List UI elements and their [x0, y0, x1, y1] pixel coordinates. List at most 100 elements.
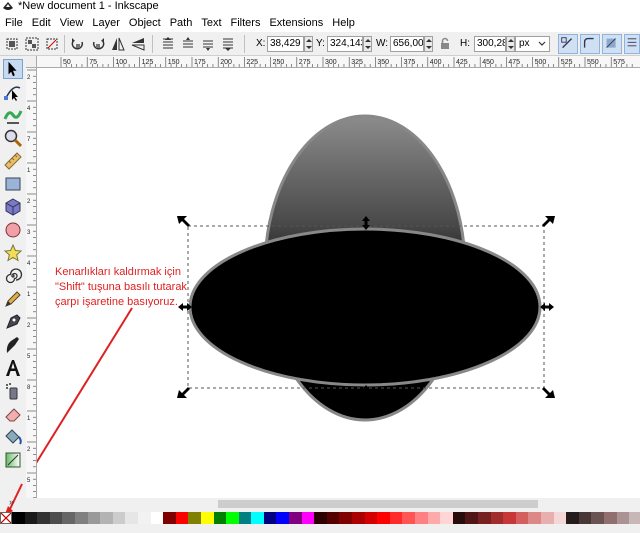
- palette-swatch[interactable]: [553, 512, 567, 524]
- palette-swatch[interactable]: [389, 512, 403, 524]
- palette-swatch[interactable]: [150, 512, 164, 524]
- menu-edit[interactable]: Edit: [27, 14, 55, 32]
- palette-swatch[interactable]: [326, 512, 340, 524]
- palette-swatch[interactable]: [377, 512, 390, 524]
- palette-swatch[interactable]: [74, 512, 88, 524]
- palette-swatch[interactable]: [515, 512, 529, 524]
- palette-swatch[interactable]: [100, 512, 113, 524]
- palette-swatch[interactable]: [352, 512, 365, 524]
- palette-swatch[interactable]: [314, 512, 327, 524]
- palette-swatch[interactable]: [87, 512, 101, 524]
- palette-swatch[interactable]: [251, 512, 264, 524]
- palette-swatch[interactable]: [477, 512, 491, 524]
- drawing-canvas[interactable]: Kenarlıkları kaldırmak için "Shift" tuşu…: [37, 68, 640, 498]
- 3d-box-tool-icon[interactable]: [3, 197, 23, 217]
- selector-tool-icon[interactable]: [3, 59, 23, 79]
- rectangle-tool-icon[interactable]: [3, 174, 23, 194]
- menu-view[interactable]: View: [55, 14, 88, 32]
- palette-swatch[interactable]: [175, 512, 189, 524]
- palette-swatch[interactable]: [62, 512, 75, 524]
- unit-select[interactable]: px: [515, 36, 550, 52]
- spray-tool-icon[interactable]: [3, 381, 23, 401]
- lock-icon[interactable]: [437, 36, 453, 52]
- pencil-tool-icon[interactable]: [3, 289, 23, 309]
- palette-swatch[interactable]: [276, 512, 290, 524]
- horizontal-ruler[interactable]: 50 75 100 125 150 175 200 225 250 275 300 325 350 375…: [37, 56, 640, 68]
- menu-help[interactable]: Help: [327, 14, 359, 32]
- scale-corners-toggle[interactable]: [580, 34, 600, 54]
- palette-swatch[interactable]: [263, 512, 277, 524]
- tweak-tool-icon[interactable]: [3, 105, 23, 125]
- menu-file[interactable]: File: [0, 14, 27, 32]
- expand-toolbox-icon[interactable]: »: [9, 497, 14, 507]
- deselect-icon[interactable]: [44, 36, 60, 52]
- palette-swatch[interactable]: [465, 512, 478, 524]
- palette-swatch[interactable]: [125, 512, 138, 524]
- spiral-tool-icon[interactable]: [3, 266, 23, 286]
- palette-swatch[interactable]: [616, 512, 630, 524]
- palette-swatch[interactable]: [200, 512, 214, 524]
- raise-icon[interactable]: [180, 36, 196, 52]
- move-gradients-toggle[interactable]: [602, 34, 622, 54]
- x-input[interactable]: 38,429: [267, 36, 304, 52]
- palette-swatch[interactable]: [339, 512, 353, 524]
- palette-swatch[interactable]: [603, 512, 617, 524]
- palette-swatch[interactable]: [137, 512, 151, 524]
- palette-swatch[interactable]: [402, 512, 415, 524]
- text-tool-icon[interactable]: [3, 358, 23, 378]
- menu-path[interactable]: Path: [165, 14, 197, 32]
- flip-vertical-icon[interactable]: [130, 36, 146, 52]
- vertical-ruler[interactable]: 24712341258125: [26, 68, 37, 498]
- palette-swatch[interactable]: [566, 512, 579, 524]
- rotate-ccw-icon[interactable]: [70, 36, 86, 52]
- horizontal-scrollbar[interactable]: [37, 498, 640, 510]
- x-spinner[interactable]: [304, 36, 313, 52]
- w-spinner[interactable]: [424, 36, 433, 52]
- palette-swatch[interactable]: [24, 512, 38, 524]
- select-all-layers-icon[interactable]: [24, 36, 40, 52]
- palette-swatch[interactable]: [578, 512, 592, 524]
- gradient-tool-icon[interactable]: [3, 450, 23, 470]
- h-input[interactable]: 300,286: [474, 36, 506, 52]
- ellipse-tool-icon[interactable]: [3, 220, 23, 240]
- y-spinner[interactable]: [363, 36, 372, 52]
- no-paint-swatch[interactable]: [0, 512, 12, 524]
- menu-object[interactable]: Object: [124, 14, 165, 32]
- palette-swatch[interactable]: [289, 512, 302, 524]
- palette-swatch[interactable]: [364, 512, 378, 524]
- palette-swatch[interactable]: [490, 512, 504, 524]
- lower-to-bottom-icon[interactable]: [220, 36, 236, 52]
- flip-horizontal-icon[interactable]: [110, 36, 126, 52]
- palette-swatch[interactable]: [629, 512, 640, 524]
- palette-swatch[interactable]: [112, 512, 126, 524]
- node-tool-icon[interactable]: [3, 82, 23, 102]
- palette-swatch[interactable]: [12, 512, 25, 524]
- menu-text[interactable]: Text: [196, 14, 225, 32]
- scale-stroke-toggle[interactable]: [558, 34, 578, 54]
- palette-swatch[interactable]: [452, 512, 466, 524]
- palette-swatch[interactable]: [528, 512, 541, 524]
- palette-swatch[interactable]: [415, 512, 428, 524]
- menu-extensions[interactable]: Extensions: [264, 14, 327, 32]
- raise-to-top-icon[interactable]: [160, 36, 176, 52]
- pen-tool-icon[interactable]: [3, 312, 23, 332]
- select-all-icon[interactable]: [4, 36, 20, 52]
- palette-swatch[interactable]: [503, 512, 516, 524]
- palette-swatch[interactable]: [188, 512, 201, 524]
- palette-swatch[interactable]: [440, 512, 453, 524]
- w-input[interactable]: 656,000: [390, 36, 424, 52]
- menu-layer[interactable]: Layer: [87, 14, 124, 32]
- palette-swatch[interactable]: [301, 512, 315, 524]
- palette-swatch[interactable]: [238, 512, 252, 524]
- palette-swatch[interactable]: [213, 512, 227, 524]
- scrollbar-thumb[interactable]: [218, 500, 538, 508]
- palette-swatch[interactable]: [591, 512, 604, 524]
- h-spinner[interactable]: [506, 36, 515, 52]
- measure-tool-icon[interactable]: [3, 151, 23, 171]
- menu-filters[interactable]: Filters: [226, 14, 265, 32]
- paint-bucket-tool-icon[interactable]: [3, 427, 23, 447]
- calligraphy-tool-icon[interactable]: [3, 335, 23, 355]
- palette-swatch[interactable]: [226, 512, 239, 524]
- eraser-tool-icon[interactable]: [3, 404, 23, 424]
- palette-swatch[interactable]: [163, 512, 176, 524]
